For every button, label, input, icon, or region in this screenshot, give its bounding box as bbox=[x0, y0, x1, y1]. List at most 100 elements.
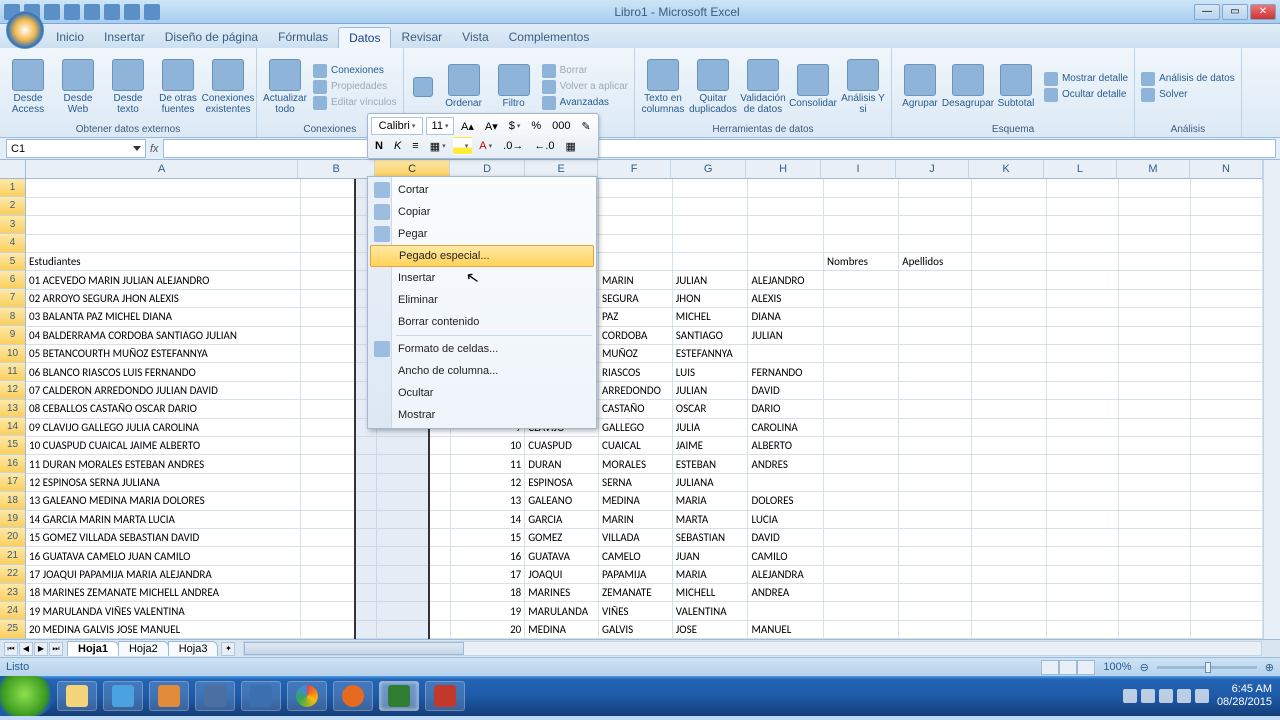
ribbon-tab[interactable]: Datos bbox=[338, 27, 391, 48]
qat-icon[interactable] bbox=[144, 4, 160, 20]
cell[interactable]: 10 bbox=[450, 436, 524, 454]
cell[interactable] bbox=[1118, 418, 1190, 436]
cell[interactable]: MARIN bbox=[599, 271, 673, 289]
close-button[interactable]: ✕ bbox=[1250, 4, 1276, 20]
cell[interactable] bbox=[972, 271, 1046, 289]
cell[interactable] bbox=[1190, 253, 1262, 271]
prev-sheet-button[interactable]: ◀ bbox=[19, 642, 33, 656]
row-header[interactable]: 18 bbox=[0, 492, 25, 510]
cell[interactable]: MEDINA bbox=[599, 492, 673, 510]
ribbon-button[interactable]: Desagrupar bbox=[946, 64, 990, 109]
cell[interactable] bbox=[824, 308, 899, 326]
zoom-level[interactable]: 100% bbox=[1103, 661, 1131, 673]
context-menu-item[interactable]: Cortar bbox=[370, 179, 594, 201]
cell[interactable] bbox=[899, 197, 972, 215]
cell[interactable]: Estudiantes bbox=[26, 253, 300, 271]
cell[interactable] bbox=[899, 289, 972, 307]
column-header[interactable]: B bbox=[298, 160, 375, 179]
cell[interactable] bbox=[1046, 234, 1118, 252]
cell[interactable] bbox=[1190, 547, 1262, 565]
cell[interactable]: 13 GALEANO MEDINA MARIA DOLORES bbox=[26, 492, 300, 510]
cell[interactable] bbox=[1118, 345, 1190, 363]
taskbar-excel-icon[interactable] bbox=[379, 681, 419, 711]
cell[interactable] bbox=[899, 345, 972, 363]
cell[interactable] bbox=[1190, 400, 1262, 418]
cell[interactable]: JULIANA bbox=[672, 473, 748, 491]
cell[interactable] bbox=[972, 547, 1046, 565]
cell[interactable] bbox=[899, 381, 972, 399]
cell[interactable]: 11 bbox=[450, 455, 524, 473]
worksheet-grid[interactable]: 1234567891011121314151617181920212223242… bbox=[0, 160, 1280, 639]
increase-decimal-icon[interactable]: .0→ bbox=[499, 137, 527, 155]
cell[interactable] bbox=[300, 528, 376, 546]
cell[interactable] bbox=[1118, 381, 1190, 399]
cell[interactable] bbox=[972, 179, 1046, 197]
row-header[interactable]: 23 bbox=[0, 584, 25, 602]
row-header[interactable]: 24 bbox=[0, 602, 25, 620]
ribbon-tab[interactable]: Fórmulas bbox=[268, 27, 338, 48]
cell[interactable] bbox=[300, 197, 376, 215]
cell[interactable] bbox=[1046, 602, 1118, 620]
cell[interactable] bbox=[672, 234, 748, 252]
cell[interactable]: CASTAÑO bbox=[599, 400, 673, 418]
ribbon-tab[interactable]: Inicio bbox=[46, 27, 94, 48]
cell[interactable] bbox=[824, 547, 899, 565]
cell[interactable] bbox=[972, 345, 1046, 363]
taskbar-app-icon[interactable] bbox=[195, 681, 235, 711]
cell[interactable]: Nombres bbox=[824, 253, 899, 271]
cell[interactable]: ALBERTO bbox=[748, 436, 824, 454]
ribbon-tab[interactable]: Complementos bbox=[499, 27, 600, 48]
cell[interactable] bbox=[300, 253, 376, 271]
ribbon-button[interactable]: Desde Access bbox=[6, 59, 50, 115]
select-all-corner[interactable] bbox=[0, 160, 26, 179]
context-menu-item[interactable]: Copiar bbox=[370, 201, 594, 223]
row-header[interactable]: 17 bbox=[0, 473, 25, 491]
cell[interactable] bbox=[1190, 528, 1262, 546]
cell[interactable] bbox=[599, 216, 673, 234]
cell[interactable] bbox=[824, 197, 899, 215]
cell[interactable] bbox=[1046, 473, 1118, 491]
cell[interactable]: CAMILO bbox=[748, 547, 824, 565]
filter-button[interactable]: Filtro bbox=[492, 64, 536, 109]
column-header[interactable]: F bbox=[598, 160, 671, 179]
cell[interactable] bbox=[300, 326, 376, 344]
cell[interactable]: ESTEFANNYA bbox=[672, 345, 748, 363]
cell[interactable] bbox=[972, 602, 1046, 620]
format-painter-icon[interactable]: ✎ bbox=[578, 117, 595, 135]
cell[interactable]: SERNA bbox=[599, 473, 673, 491]
cell[interactable]: OSCAR bbox=[672, 400, 748, 418]
cell[interactable] bbox=[899, 492, 972, 510]
sort-asc-button[interactable] bbox=[410, 77, 436, 97]
cell[interactable]: MARULANDA bbox=[525, 602, 599, 620]
cell[interactable] bbox=[1046, 197, 1118, 215]
cell[interactable]: ANDRES bbox=[748, 455, 824, 473]
size-select[interactable]: 11 bbox=[426, 117, 454, 135]
cell[interactable] bbox=[972, 197, 1046, 215]
cell[interactable]: JUAN bbox=[672, 547, 748, 565]
row-header[interactable]: 21 bbox=[0, 547, 25, 565]
cell[interactable] bbox=[300, 602, 376, 620]
cell[interactable] bbox=[376, 473, 450, 491]
horizontal-scrollbar[interactable] bbox=[243, 641, 1262, 656]
row-header[interactable]: 22 bbox=[0, 565, 25, 583]
cell[interactable] bbox=[1046, 179, 1118, 197]
context-menu-item[interactable]: Eliminar bbox=[370, 289, 594, 311]
cell[interactable] bbox=[972, 289, 1046, 307]
ribbon-button[interactable]: Subtotal bbox=[994, 64, 1038, 109]
cell[interactable] bbox=[824, 565, 899, 583]
cell[interactable] bbox=[1118, 473, 1190, 491]
cell[interactable] bbox=[748, 602, 824, 620]
cell[interactable] bbox=[824, 528, 899, 546]
cell[interactable] bbox=[824, 271, 899, 289]
cell[interactable]: 07 CALDERON ARREDONDO JULIAN DAVID bbox=[26, 381, 300, 399]
cell[interactable]: 19 bbox=[450, 602, 524, 620]
cell[interactable] bbox=[672, 179, 748, 197]
cell[interactable]: 13 bbox=[450, 492, 524, 510]
cell[interactable]: 18 MARINES ZEMANATE MICHELL ANDREA bbox=[26, 584, 300, 602]
context-menu-item[interactable]: Formato de celdas... bbox=[370, 338, 594, 360]
cell[interactable] bbox=[1190, 234, 1262, 252]
cell[interactable]: MORALES bbox=[599, 455, 673, 473]
cell[interactable] bbox=[899, 565, 972, 583]
row-header[interactable]: 7 bbox=[0, 289, 25, 307]
row-header[interactable]: 5 bbox=[0, 253, 25, 271]
